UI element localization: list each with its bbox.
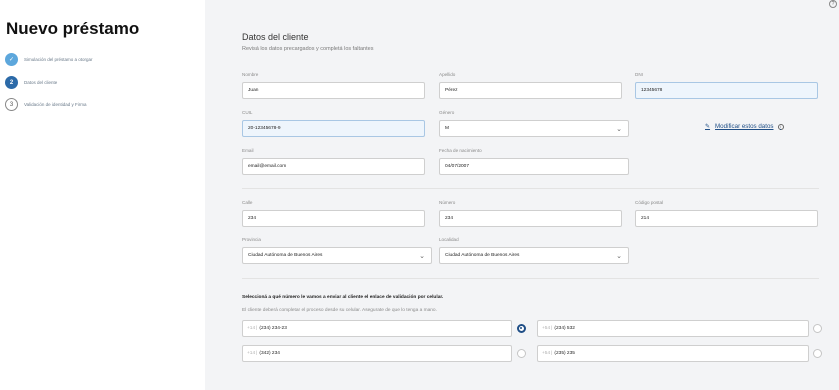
- numero-label: Número: [439, 200, 456, 205]
- fecha-label: Fecha de nacimiento: [439, 148, 482, 153]
- dni-field[interactable]: 12345678: [635, 82, 818, 99]
- phone-option-2[interactable]: +54 | (234) 532: [537, 320, 809, 337]
- nombre-field[interactable]: Juan: [242, 82, 425, 99]
- chevron-down-icon: ⌄: [616, 253, 622, 260]
- phone-prefix: +54: [542, 326, 551, 331]
- phone-section-note: El cliente deberá completar el proceso d…: [242, 308, 437, 313]
- chevron-down-icon: ⌄: [419, 253, 425, 260]
- codigo-postal-field[interactable]: 214: [635, 210, 818, 227]
- step-number: 2: [5, 76, 18, 89]
- check-icon: ✓: [5, 53, 18, 66]
- dni-label: DNI: [635, 72, 643, 77]
- chevron-down-icon: ⌄: [616, 126, 622, 133]
- divider: [242, 188, 819, 189]
- fecha-nacimiento-field[interactable]: 04/07/2007: [439, 158, 629, 175]
- provincia-label: Provincia: [242, 237, 261, 242]
- step-validacion: 3 Validación de identidad y Firma: [5, 98, 86, 111]
- page-title: Nuevo préstamo: [6, 19, 140, 38]
- nombre-label: Nombre: [242, 72, 259, 77]
- apellido-field[interactable]: Pérez: [439, 82, 622, 99]
- cuil-label: CUIL: [242, 110, 253, 115]
- phone-number: (234) 234-23: [259, 326, 287, 331]
- provincia-value: Ciudad Autónoma de Buenos Aires: [248, 253, 323, 258]
- phone-option-3[interactable]: +14 | (342) 234: [242, 345, 512, 362]
- step-label: Simulación del préstamo a otorgar: [24, 57, 93, 62]
- provincia-select[interactable]: Ciudad Autónoma de Buenos Aires ⌄: [242, 247, 432, 264]
- cuil-field[interactable]: 20-12345678-9: [242, 120, 425, 137]
- phone-radio-3[interactable]: [517, 349, 526, 358]
- localidad-value: Ciudad Autónoma de Buenos Aires: [445, 253, 520, 258]
- step-datos-cliente: 2 Datos del cliente: [5, 76, 57, 89]
- email-field[interactable]: email@email.com: [242, 158, 425, 175]
- section-title: Datos del cliente: [242, 32, 309, 42]
- phone-radio-1[interactable]: [517, 324, 526, 333]
- client-data-card: Datos del cliente Revisá los datos preca…: [227, 18, 826, 388]
- step-label: Datos del cliente: [24, 80, 58, 85]
- phone-prefix: +14: [247, 351, 256, 356]
- phone-number: (234) 532: [554, 326, 575, 331]
- localidad-select[interactable]: Ciudad Autónoma de Buenos Aires ⌄: [439, 247, 629, 264]
- modify-data-label: Modificar estos datos: [715, 123, 774, 130]
- calle-label: Calle: [242, 200, 253, 205]
- phone-number: (342) 234: [259, 351, 280, 356]
- help-icon[interactable]: ?: [829, 0, 837, 8]
- phone-section-heading: Seleccioná a qué número le vamos a envia…: [242, 295, 444, 300]
- step-number: 3: [5, 98, 18, 111]
- divider: [242, 278, 819, 279]
- main-content: ? Datos del cliente Revisá los datos pre…: [205, 0, 839, 390]
- cp-label: Código postal: [635, 200, 664, 205]
- genero-label: Género: [439, 110, 455, 115]
- phone-number: (235) 235: [554, 351, 575, 356]
- localidad-label: Localidad: [439, 237, 459, 242]
- phone-option-1[interactable]: +14 | (234) 234-23: [242, 320, 512, 337]
- email-label: Email: [242, 148, 254, 153]
- step-simulacion: ✓ Simulación del préstamo a otorgar: [5, 53, 93, 66]
- phone-option-4[interactable]: +54 | (235) 235: [537, 345, 809, 362]
- genero-select[interactable]: M ⌄: [439, 120, 629, 137]
- genero-value: M: [445, 126, 449, 131]
- apellido-label: Apellido: [439, 72, 456, 77]
- phone-prefix: +14: [247, 326, 256, 331]
- sidebar: Nuevo préstamo ✓ Simulación del préstamo…: [0, 0, 205, 390]
- phone-prefix: +54: [542, 351, 551, 356]
- step-label: Validación de identidad y Firma: [24, 102, 87, 107]
- modify-data-link[interactable]: ✎ Modificar estos datos i: [705, 123, 784, 130]
- phone-radio-2[interactable]: [813, 324, 822, 333]
- pencil-icon: ✎: [705, 124, 711, 130]
- section-subtitle: Revisá los datos precargados y completá …: [242, 46, 374, 52]
- info-icon[interactable]: i: [777, 123, 784, 130]
- phone-radio-4[interactable]: [813, 349, 822, 358]
- calle-field[interactable]: 234: [242, 210, 425, 227]
- numero-field[interactable]: 234: [439, 210, 622, 227]
